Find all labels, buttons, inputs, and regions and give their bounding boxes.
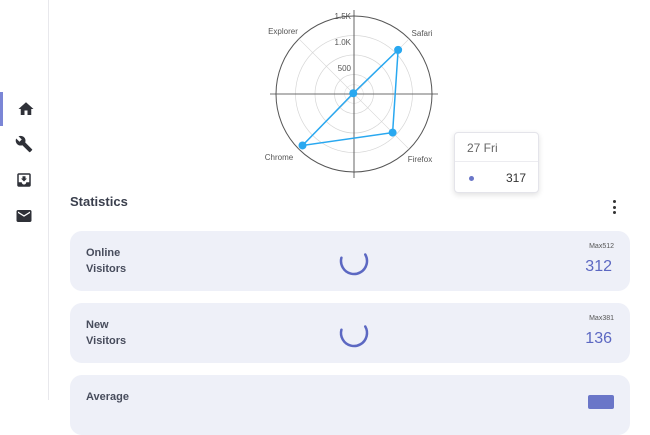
radar-category-label: Safari xyxy=(412,29,433,38)
more-options-icon[interactable] xyxy=(606,198,622,216)
radar-category-label: Firefox xyxy=(408,155,432,164)
stat-card-label: Average xyxy=(86,391,130,403)
stat-card-label: New Visitors xyxy=(86,319,127,347)
nav-mail[interactable] xyxy=(0,199,48,233)
stat-value: 312 xyxy=(585,258,612,275)
tooltip-title: 27 Fri xyxy=(467,141,498,155)
radar-point[interactable] xyxy=(394,45,403,54)
browser-radar-chart: 1.5K 1.0K 500 Safari Firefox Chrome Explorer xyxy=(265,10,438,178)
radar-scale-label: 1.5K xyxy=(335,12,352,21)
radar-spoke xyxy=(353,93,410,150)
mail-icon xyxy=(16,210,32,222)
radar-category-label: Explorer xyxy=(268,27,298,36)
inbox-download-icon xyxy=(17,173,31,187)
radar-point[interactable] xyxy=(298,141,307,150)
nav-home[interactable] xyxy=(0,92,48,126)
stat-card-new-visitors: New Visitors Max381 136 xyxy=(70,303,630,363)
nav-tools[interactable] xyxy=(0,127,48,161)
sidebar xyxy=(0,0,49,400)
wrench-icon xyxy=(15,135,33,153)
tooltip-value: 317 xyxy=(505,171,526,185)
nav-inbox[interactable] xyxy=(0,163,48,197)
statistics-title: Statistics xyxy=(70,194,128,209)
stat-max-label: Max512 xyxy=(589,243,614,250)
radar-point[interactable] xyxy=(349,89,358,98)
radar-category-label: Chrome xyxy=(265,153,294,162)
stat-card-label: Online Visitors xyxy=(86,247,127,275)
tooltip-series-dot xyxy=(469,176,474,181)
radar-scale-label: 500 xyxy=(338,64,352,73)
progress-ring xyxy=(339,318,369,348)
progress-ring xyxy=(339,246,369,276)
stat-card-online-visitors: Online Visitors Max512 312 xyxy=(70,231,630,291)
chart-tooltip: 27 Fri 317 xyxy=(454,132,539,193)
radar-point[interactable] xyxy=(388,128,397,137)
progress-arc xyxy=(339,246,369,276)
tooltip-divider xyxy=(455,161,538,162)
radar-scale-label: 1.0K xyxy=(335,38,352,47)
home-icon xyxy=(18,102,33,115)
stat-value: 136 xyxy=(585,330,612,347)
progress-arc xyxy=(339,318,369,348)
stat-max-label: Max381 xyxy=(589,315,614,322)
stat-card-average: Average xyxy=(70,375,630,435)
stat-mini-bar xyxy=(588,395,614,409)
